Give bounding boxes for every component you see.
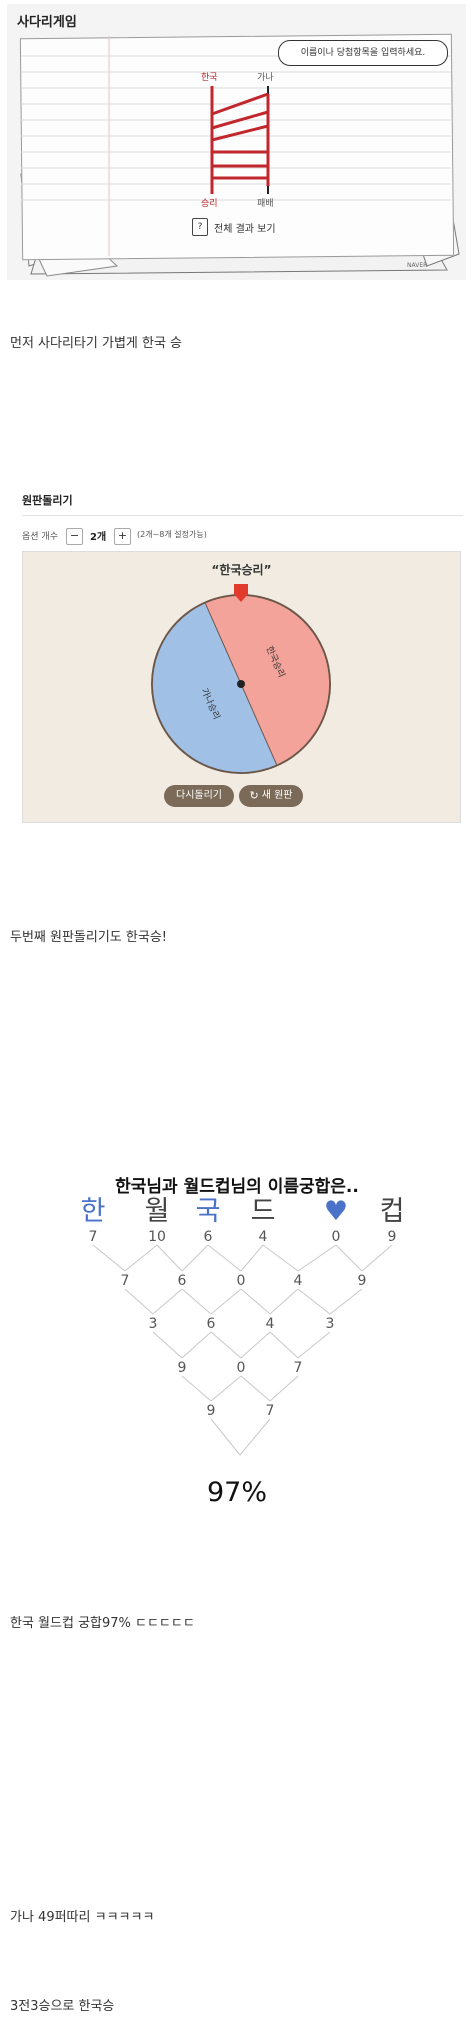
compat-connector — [262, 1244, 299, 1272]
compat-char: 한 — [81, 1196, 106, 1227]
compat-connector — [181, 1331, 212, 1359]
compat-percent: 97% — [206, 1477, 267, 1508]
compat-connector — [210, 1418, 241, 1456]
caption-roulette: 두번째 원판돌리기도 한국승! — [10, 930, 167, 945]
compat-connector — [124, 1244, 158, 1272]
caption-compat: 한국 월드컵 궁합97% ㄷㄷㄷㄷㄷ — [10, 1616, 195, 1631]
compat-number: 9 — [207, 1403, 216, 1419]
new-wheel-button[interactable]: ↻ 새 원판 — [239, 785, 303, 807]
wheel-center-pin — [237, 680, 245, 688]
compat-connector — [181, 1375, 212, 1402]
compat-connector — [240, 1331, 271, 1359]
compat-number: 3 — [149, 1316, 158, 1332]
compat-connector — [269, 1331, 299, 1359]
option-increase-button[interactable]: + — [114, 528, 131, 545]
show-all-results-label: 전체 결과 보기 — [214, 223, 276, 235]
compat-connector — [297, 1288, 331, 1315]
compat-number: 7 — [121, 1273, 130, 1289]
compat-number: 4 — [294, 1273, 303, 1289]
compat-char: 월 — [145, 1196, 170, 1227]
compat-connector — [297, 1244, 337, 1272]
compat-connector — [181, 1244, 209, 1272]
compat-number: 0 — [237, 1273, 246, 1289]
compat-number: 9 — [388, 1229, 397, 1245]
compat-connector — [239, 1418, 271, 1456]
option-count-value: 2개 — [90, 532, 107, 543]
compat-connector — [335, 1244, 363, 1272]
compat-connector — [181, 1288, 212, 1315]
roulette-divider — [22, 515, 463, 516]
ladder-bottom-label-win: 승리 — [201, 199, 218, 209]
compat-connector — [152, 1331, 183, 1359]
compat-number: 10 — [148, 1229, 166, 1245]
caption-ladder: 먼저 사다리타기 가볍게 한국 승 — [10, 336, 183, 351]
compat-number: 7 — [294, 1360, 303, 1376]
ladder-bottom-label-lose: 패배 — [257, 199, 274, 209]
caption-ghana: 가나 49퍼따리 ㅋㅋㅋㅋㅋ — [10, 1910, 155, 1925]
caption-final: 3전3승으로 한국승 — [10, 1999, 115, 2014]
new-wheel-label: 새 원판 — [261, 790, 293, 801]
compat-number: 0 — [332, 1229, 341, 1245]
compat-number: 7 — [89, 1229, 98, 1245]
compat-connector — [124, 1288, 154, 1315]
compat-number: 9 — [178, 1360, 187, 1376]
compat-char: ♥ — [324, 1196, 348, 1227]
compat-connector — [297, 1331, 331, 1359]
compat-diagram: 한 월 국 드 ♥ 컵 7 10 6 4 0 9 7 6 0 4 9 3 6 4 3 9 0 7 9 7 — [81, 1196, 405, 1456]
speech-bubble: 이름이나 당첨항목을 입력하세요. — [278, 40, 448, 66]
compat-number: 6 — [178, 1273, 187, 1289]
option-count-label: 옵션 개수 — [22, 532, 58, 542]
compat-connector — [156, 1244, 183, 1272]
compat-connector — [329, 1288, 363, 1315]
compat-connector — [240, 1244, 264, 1272]
ladder-top-label-ghana: 가나 — [257, 73, 274, 83]
compat-connector — [207, 1244, 242, 1272]
compat-number: 6 — [204, 1229, 213, 1245]
compat-number: 7 — [266, 1403, 275, 1419]
compat-connector — [210, 1375, 242, 1402]
compat-char: 국 — [196, 1196, 221, 1227]
refresh-icon: ↻ — [249, 789, 259, 802]
roulette-title: 원판돌리기 — [22, 494, 73, 507]
ladder-game-panel: 사다리게임 이름이나 당첨항목을 입력하세요. 한국 가나 승리 패배 ? 전체… — [7, 4, 466, 280]
compat-connector — [269, 1288, 299, 1315]
compat-connector — [240, 1288, 271, 1315]
compat-connector — [92, 1244, 126, 1272]
compat-connector — [240, 1375, 271, 1402]
ladder-title: 사다리게임 — [17, 15, 77, 30]
compat-number: 3 — [326, 1316, 335, 1332]
naver-brand: NAVER — [407, 262, 428, 269]
compat-connector — [210, 1331, 242, 1359]
compat-char: 컵 — [380, 1196, 405, 1227]
roulette-wheel[interactable]: 한국승리 가나승리 — [23, 552, 460, 822]
compat-number: 0 — [237, 1360, 246, 1376]
ladder-top-label-korea: 한국 — [201, 73, 218, 83]
compat-number: 4 — [266, 1316, 275, 1332]
spin-again-button[interactable]: 다시돌리기 — [164, 785, 234, 807]
compat-connector — [361, 1244, 393, 1272]
compat-number: 9 — [358, 1273, 367, 1289]
compat-connector — [269, 1375, 299, 1402]
show-all-results-button[interactable]: ? 전체 결과 보기 — [192, 217, 276, 237]
compat-number: 4 — [259, 1229, 268, 1245]
compat-connector — [152, 1288, 183, 1315]
roulette-box: “한국승리” 한국승리 가나승리 다시돌리기 ↻ 새 원판 — [22, 551, 461, 823]
compat-number: 6 — [207, 1316, 216, 1332]
option-decrease-button[interactable]: − — [66, 528, 83, 545]
question-card-icon: ? — [192, 218, 208, 236]
compat-connector — [210, 1288, 242, 1315]
option-range-hint: (2개~8개 설정가능) — [137, 530, 207, 539]
compat-char: 드 — [251, 1196, 276, 1227]
